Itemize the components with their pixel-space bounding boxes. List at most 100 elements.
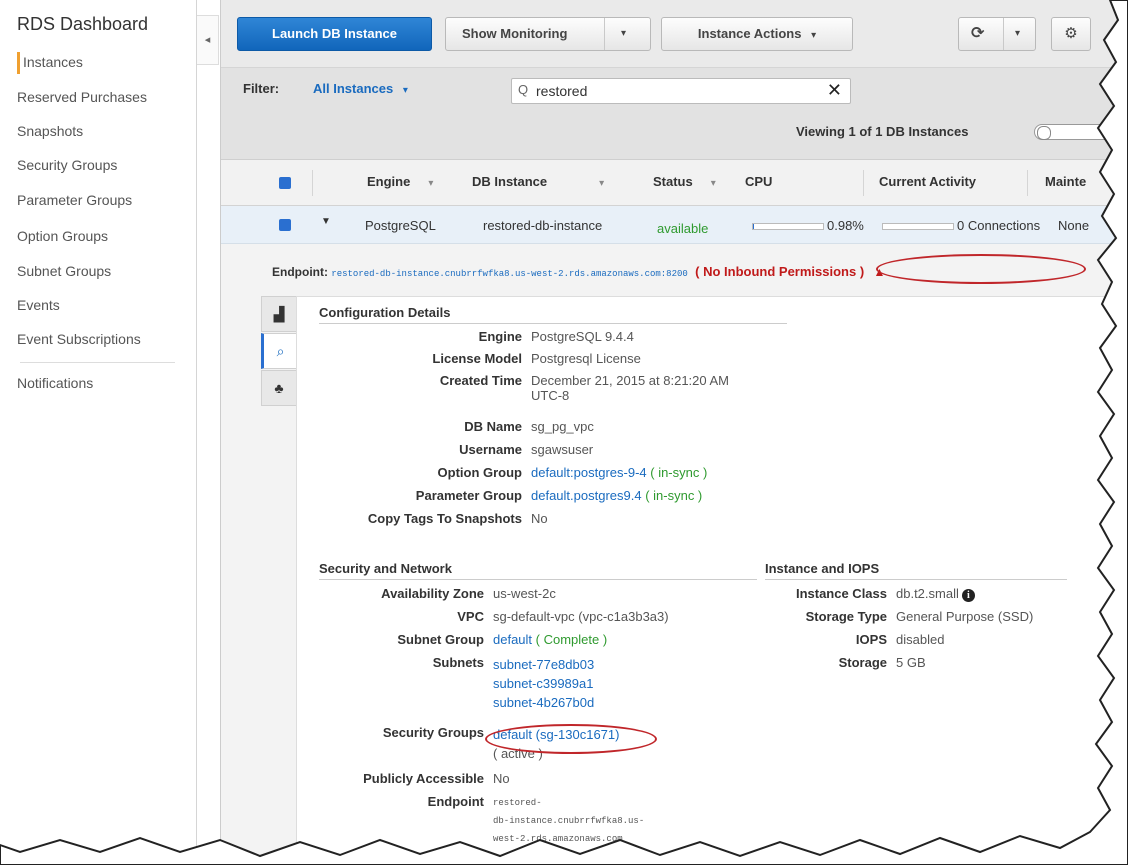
column-status[interactable]: Status ▾ — [653, 174, 716, 189]
expand-caret-icon[interactable]: ▼ — [321, 216, 331, 227]
sidebar-item-notifications[interactable]: Notifications — [17, 375, 93, 391]
endpoint-detail-value: restored-db-instance.cnubrrfwfka8.us-wes… — [493, 798, 645, 844]
table-row[interactable]: ▼ PostgreSQL restored-db-instance availa… — [221, 206, 1128, 244]
endpoint-label: Endpoint: — [272, 265, 328, 279]
az-key: Availability Zone — [381, 586, 484, 601]
clear-search-icon[interactable]: ✕ — [827, 80, 842, 101]
parameter-group-key: Parameter Group — [415, 488, 522, 503]
copy-tags-key: Copy Tags To Snapshots — [367, 511, 522, 526]
chevron-down-icon: ▾ — [402, 85, 408, 96]
sidebar-item-event-subscriptions[interactable]: Event Subscriptions — [17, 331, 141, 347]
details-toggle[interactable] — [1034, 124, 1128, 140]
cpu-bar — [752, 223, 824, 230]
details-tab-search-icon[interactable]: ⌕ — [261, 333, 297, 369]
endpoint-key: Endpoint — [427, 794, 484, 809]
refresh-button[interactable]: ⟳ ▾ — [958, 17, 1036, 51]
gear-icon: ⚙ — [1064, 25, 1078, 42]
security-network-heading: Security and Network — [319, 561, 757, 580]
iops-key: IOPS — [855, 632, 887, 647]
created-value: December 21, 2015 at 8:21:20 AM UTC-8 — [531, 373, 730, 403]
column-cpu[interactable]: CPU — [745, 174, 772, 189]
monitoring-tab-chart-icon[interactable]: ▟ — [261, 296, 297, 332]
instance-actions-button[interactable]: Instance Actions ▾ — [661, 17, 853, 51]
storage-type-key: Storage Type — [805, 609, 887, 624]
subnet-group-status: ( Complete ) — [535, 632, 608, 647]
sidebar-item-subnet-groups[interactable]: Subnet Groups — [17, 263, 111, 279]
no-inbound-permissions-warning[interactable]: ( No Inbound Permissions ) — [695, 264, 864, 279]
instance-iops-heading: Instance and IOPS — [765, 561, 1067, 580]
vpc-key: VPC — [457, 609, 484, 624]
option-group-link[interactable]: default:postgres-9-4 — [531, 465, 647, 480]
column-maintenance[interactable]: Mainte — [1045, 174, 1086, 189]
search-icon: Q — [518, 82, 529, 97]
active-indicator — [17, 52, 20, 74]
option-group-key: Option Group — [437, 465, 522, 480]
row-checkbox[interactable] — [279, 219, 291, 231]
toolbar: Launch DB Instance Show Monitoring ▾ Ins… — [221, 0, 1128, 68]
subnet-link[interactable]: subnet-4b267b0d — [493, 695, 594, 710]
filter-label: Filter: — [243, 81, 280, 96]
storage-type-value: General Purpose (SSD) — [896, 609, 1034, 624]
filter-dropdown[interactable]: All Instances ▾ — [313, 81, 408, 96]
settings-button[interactable]: ⚙ — [1051, 17, 1091, 51]
chevron-down-icon[interactable]: ▾ — [621, 18, 626, 50]
sidebar-item-parameter-groups[interactable]: Parameter Groups — [17, 192, 132, 208]
instance-class-key: Instance Class — [795, 586, 887, 601]
endpoint-value: restored-db-instance.cnubrrfwfka8.us-wes… — [331, 269, 688, 279]
storage-value: 5 GB — [896, 655, 926, 670]
dbname-value: sg_pg_vpc — [531, 419, 594, 434]
sidebar-divider — [20, 362, 175, 363]
detail-tabs: ▟ ⌕ ♣ — [261, 296, 297, 406]
highlight-oval-warning — [876, 254, 1086, 284]
subnet-group-key: Subnet Group — [397, 632, 484, 647]
sidebar-item-instances[interactable]: Instances — [23, 54, 83, 70]
iops-value: disabled — [896, 632, 945, 647]
az-value: us-west-2c — [493, 586, 556, 601]
info-icon[interactable]: i — [961, 589, 975, 602]
chevron-down-icon: ▾ — [811, 30, 817, 41]
endpoint-line: Endpoint: restored-db-instance.cnubrrfwf… — [272, 264, 885, 279]
activity-bar — [882, 223, 954, 230]
search-input[interactable] — [536, 82, 816, 100]
filter-bar: Filter: All Instances ▾ Q ✕ Viewing 1 of… — [221, 68, 1128, 160]
topology-tab-hierarchy-icon[interactable]: ♣ — [261, 370, 297, 406]
instance-actions-label: Instance Actions — [697, 26, 802, 41]
parameter-group-status: ( in-sync ) — [645, 488, 703, 503]
parameter-group-link[interactable]: default.postgres9.4 — [531, 488, 642, 503]
subnet-link[interactable]: subnet-77e8db03 — [493, 657, 594, 672]
column-db-instance[interactable]: DB Instance ▾ — [472, 174, 604, 189]
row-maintenance: None — [1058, 218, 1090, 233]
publicly-accessible-key: Publicly Accessible — [363, 771, 484, 786]
viewing-count: Viewing 1 of 1 DB Instances — [796, 124, 969, 139]
main-content: Launch DB Instance Show Monitoring ▾ Ins… — [220, 0, 1128, 865]
filter-selected: All Instances — [313, 81, 394, 96]
sidebar-item-option-groups[interactable]: Option Groups — [17, 228, 108, 244]
launch-db-instance-button[interactable]: Launch DB Instance — [237, 17, 432, 51]
sidebar-title: RDS Dashboard — [17, 14, 149, 34]
engine-value: PostgreSQL 9.4.4 — [531, 329, 634, 344]
subnets-key: Subnets — [432, 655, 484, 670]
select-all-checkbox[interactable] — [279, 177, 291, 189]
chevron-left-icon[interactable]: ◂ — [197, 15, 219, 65]
username-key: Username — [459, 442, 522, 457]
table-header: Engine ▾ DB Instance ▾ Status ▾ CPU Current… — [221, 160, 1128, 206]
created-key: Created Time — [439, 373, 522, 388]
subnet-group-link[interactable]: default — [493, 632, 532, 647]
vpc-link[interactable]: sg-default-vpc (vpc-c1a3b3a3) — [493, 609, 669, 624]
engine-key: Engine — [478, 329, 522, 344]
sidebar-item-snapshots[interactable]: Snapshots — [17, 123, 83, 139]
instance-detail: Endpoint: restored-db-instance.cnubrrfwf… — [221, 244, 1128, 865]
option-group-status: ( in-sync ) — [650, 465, 708, 480]
sidebar-item-reserved-purchases[interactable]: Reserved Purchases — [17, 89, 147, 105]
publicly-accessible-value: No — [493, 771, 510, 786]
column-current-activity[interactable]: Current Activity — [879, 174, 976, 189]
show-monitoring-button[interactable]: Show Monitoring ▾ — [445, 17, 651, 51]
configuration-details-heading: Configuration Details — [319, 305, 787, 324]
row-db-instance[interactable]: restored-db-instance — [483, 218, 602, 233]
copy-tags-value: No — [531, 511, 548, 526]
chevron-down-icon: ▾ — [1015, 28, 1021, 39]
sidebar-item-security-groups[interactable]: Security Groups — [17, 157, 117, 173]
column-engine[interactable]: Engine ▾ — [367, 174, 433, 189]
subnet-link[interactable]: subnet-c39989a1 — [493, 676, 593, 691]
sidebar-item-events[interactable]: Events — [17, 297, 60, 313]
